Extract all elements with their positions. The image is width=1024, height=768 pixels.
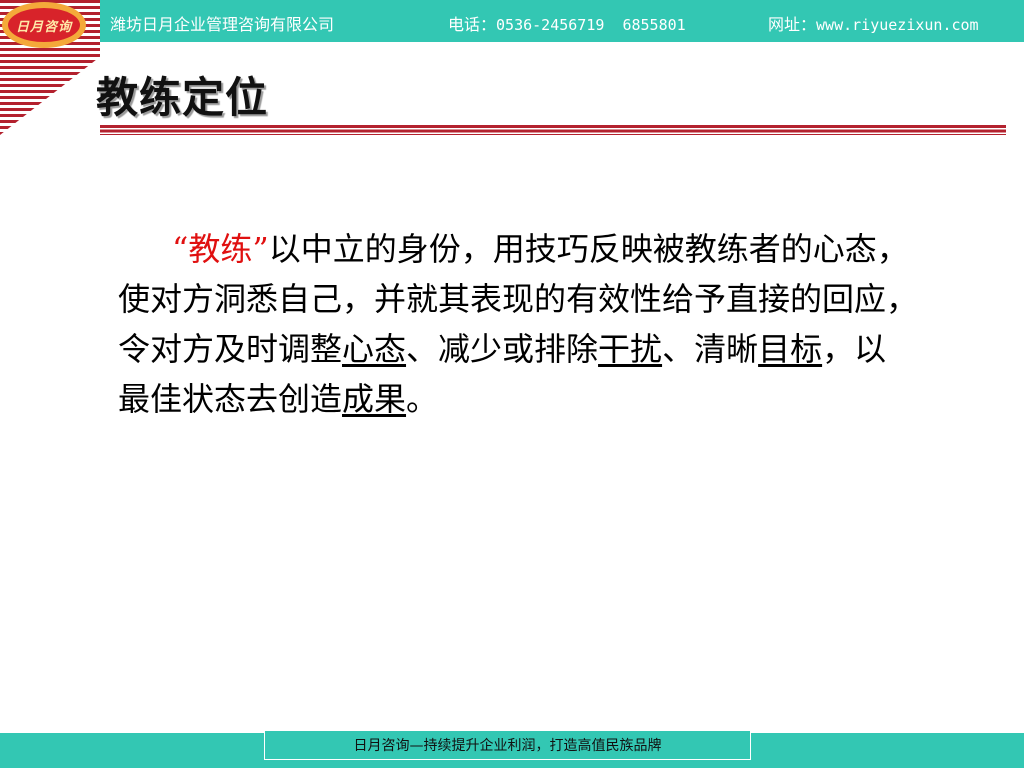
underlined-keyword: 目标 (758, 330, 823, 368)
phone-label: 电话： (448, 15, 497, 34)
logo-text: 日月咨询 (8, 8, 80, 42)
phone-numbers: 0536-2456719 6855801 (496, 16, 686, 34)
slide-title: 教练定位 (96, 73, 269, 122)
underlined-keyword: 成果 (342, 380, 407, 418)
underlined-keyword: 心态 (342, 330, 407, 368)
body-text-segment: 、清晰 (662, 330, 759, 368)
company-logo: 日月咨询 (2, 2, 86, 48)
phone-info: 电话：0536-2456719 6855801 (448, 11, 686, 35)
website-label: 网址： (768, 15, 817, 34)
title-divider (100, 125, 1006, 135)
website-url: www.riyuezixun.com (816, 16, 979, 34)
website-info: 网址：www.riyuezixun.com (768, 11, 979, 35)
slide-body-text: “教练”以中立的身份，用技巧反映被教练者的心态，使对方洞悉自己，并就其表现的有效… (118, 224, 918, 424)
body-text-segment: 。 (406, 380, 439, 418)
company-name: 潍坊日月企业管理咨询有限公司 (110, 15, 335, 34)
body-text-segment: 、减少或排除 (406, 330, 599, 368)
underlined-keyword: 干扰 (598, 330, 663, 368)
highlighted-term: “教练” (172, 230, 269, 268)
footer-slogan: 日月咨询—持续提升企业利润，打造高值民族品牌 (264, 730, 751, 760)
header-bar: 潍坊日月企业管理咨询有限公司 电话：0536-2456719 6855801 网… (100, 0, 1024, 42)
